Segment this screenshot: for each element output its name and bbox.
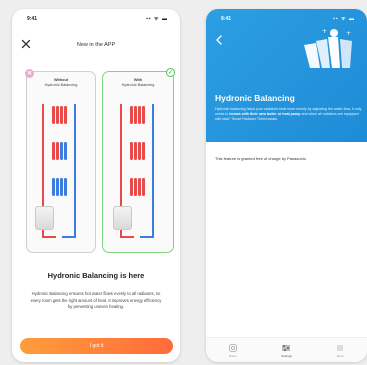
radiator-uneven-1 [52,106,67,124]
radiator-balanced-2 [130,142,145,160]
svg-text:+: + [346,30,351,37]
status-icons: ▪▪ ᯤ ▬ [146,16,168,22]
pipe-cold-left [74,104,76,236]
tab-label-home: Home [228,354,237,358]
boiler-left [35,206,54,230]
tab-settings[interactable]: Settings [266,343,306,358]
tab-more[interactable]: More [320,343,360,358]
menu-icon [337,345,344,351]
card-label-with: With Hydronic Balancing [103,78,173,87]
status-time: 9:41 [27,16,38,22]
got-it-button[interactable]: I got it [20,338,173,354]
card-label-without: Without Hydronic Balancing [27,78,95,87]
radiator-uneven-2 [52,142,67,160]
tab-home[interactable]: Home [213,343,253,358]
status-time: 9:41 [221,16,232,22]
card-label-with-text: Hydronic Balancing [121,82,155,87]
hero-description: Hydronic balancing helps your radiators … [215,107,363,123]
home-icon [228,344,237,352]
status-bar: 9:41 ▪▪ ᯤ ▬ [12,9,180,25]
tab-label-more: More [336,354,344,358]
pipe-cold-right-h [140,236,154,238]
svg-text:+: + [322,28,327,35]
tab-bar: Home Settings More [206,337,367,362]
radiator-valves-graphic: + + [304,28,352,68]
tab-label-settings: Settings [281,354,292,358]
page-title: Hydronic Balancing [215,93,295,103]
screen-title: New in the APP [76,42,116,48]
headline: Hydronic Balancing is here [47,271,145,280]
pipe-cold-right [152,104,154,236]
pipe-hot-right-h [120,236,134,238]
phone-screen-new-in-app: 9:41 ▪▪ ᯤ ▬ New in the APP Without Hydro… [12,9,180,362]
status-icons: ▪▪ ᯤ ▬ [333,16,355,22]
card-label-without-text: Hydronic Balancing [44,82,78,87]
description: Hydronic Balancing ensures hot water flo… [30,291,162,309]
radiator-uneven-3 [52,178,67,196]
check-icon: ✓ [166,68,175,77]
boiler-right [113,206,132,230]
comparison-illustration: Without Hydronic Balancing With Hydronic… [12,66,180,266]
hero-header: 9:41 ▪▪ ᯤ ▬ + + Hydronic Balancing Hydro… [206,9,367,142]
hero-description-bold: homes with their own boiler or heat pump [229,112,301,117]
radiator-balanced-3 [130,178,145,196]
phone-screen-hydronic-balancing: 9:41 ▪▪ ᯤ ▬ + + Hydronic Balancing Hydro… [206,9,367,362]
radiator-balanced-1 [130,106,145,124]
pipe-hot-left-h [42,236,56,238]
settings-sliders-icon [282,345,291,351]
pipe-cold-left-h [62,236,76,238]
free-of-charge-note: This feature is granted free of charge b… [215,156,307,161]
back-icon[interactable] [215,35,223,45]
no-balancing-icon: ✕ [25,69,34,78]
